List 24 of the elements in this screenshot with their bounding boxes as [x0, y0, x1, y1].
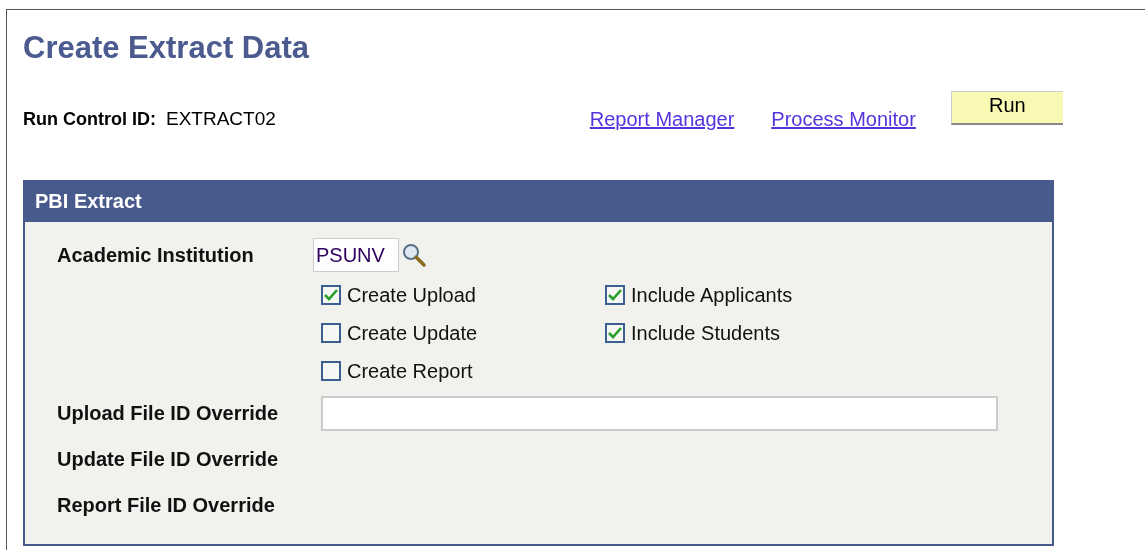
run-button[interactable]: Run: [950, 91, 1063, 125]
checkbox[interactable]: [321, 361, 341, 381]
checkbox[interactable]: [605, 323, 625, 343]
checkbox-label: Include Applicants: [631, 283, 793, 307]
checkbox-label: Create Update: [347, 321, 478, 345]
override-label: Report File ID Override: [57, 493, 276, 517]
page-title: Create Extract Data: [23, 30, 310, 66]
checkbox-label: Create Upload: [347, 283, 476, 307]
checkbox-label: Create Report: [347, 359, 473, 383]
override-label: Update File ID Override: [57, 447, 280, 471]
run-control-label: Run Control ID:: [23, 108, 156, 130]
override-field[interactable]: [321, 395, 998, 431]
checkbox[interactable]: [605, 285, 625, 305]
checkbox-label: Include Students: [631, 321, 780, 345]
institution-label: Academic Institution: [57, 243, 255, 267]
search-icon[interactable]: [401, 242, 427, 268]
run-control-value: EXTRACT02: [166, 108, 276, 130]
link[interactable]: Process Monitor: [771, 107, 916, 131]
institution-field[interactable]: PSUNV: [313, 238, 399, 272]
checkbox[interactable]: [321, 285, 341, 305]
link[interactable]: Report Manager: [589, 107, 735, 131]
panel-header: PBI Extract: [25, 182, 1052, 222]
checkbox[interactable]: [321, 323, 341, 343]
override-label: Upload File ID Override: [57, 401, 280, 425]
